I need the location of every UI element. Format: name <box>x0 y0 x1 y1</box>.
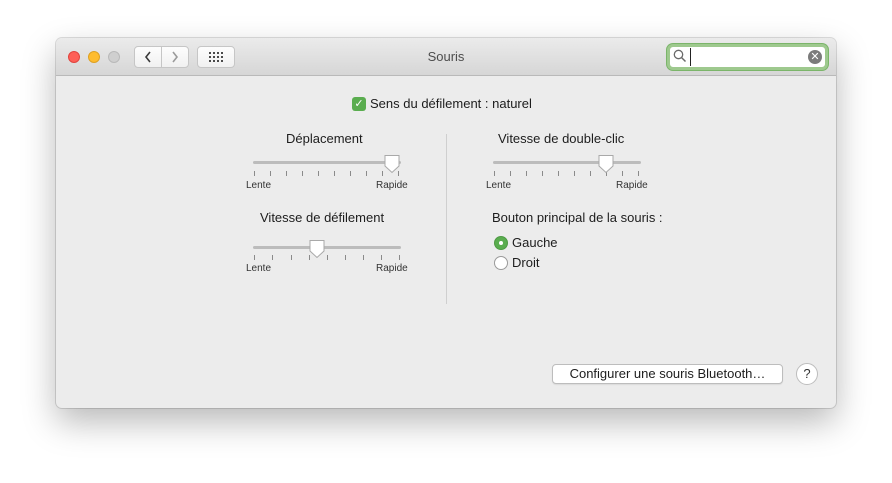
natural-scroll-label: Sens du défilement : naturel <box>370 96 532 111</box>
magnifier-icon <box>673 49 687 63</box>
double-click-speed-ticks <box>493 171 641 176</box>
scroll-speed-slider-track[interactable] <box>253 246 401 249</box>
column-divider <box>446 134 447 304</box>
double-click-speed-slider-knob[interactable] <box>597 154 615 174</box>
primary-button-right-label: Droit <box>512 255 540 270</box>
double-click-speed-title: Vitesse de double-clic <box>498 131 625 146</box>
chevron-right-icon <box>172 51 179 63</box>
tracking-speed-slider-knob[interactable] <box>383 154 401 174</box>
scroll-speed-min-label: Lente <box>246 263 272 274</box>
grid-icon <box>209 52 223 62</box>
tracking-speed-min-label: Lente <box>246 180 272 191</box>
primary-button-title: Bouton principal de la souris : <box>492 210 663 225</box>
chevron-left-icon <box>144 51 151 63</box>
natural-scroll-option[interactable]: ✓ Sens du défilement : naturel <box>352 96 532 111</box>
natural-scroll-checkbox[interactable]: ✓ <box>352 96 366 111</box>
scroll-speed-slider-knob[interactable] <box>308 239 326 259</box>
primary-button-left-option[interactable]: Gauche <box>494 235 558 250</box>
double-click-speed-max-label: Rapide <box>616 180 648 191</box>
tracking-speed-slider-track[interactable] <box>253 161 401 164</box>
scroll-speed-title: Vitesse de défilement <box>260 210 385 225</box>
primary-button-left-radio[interactable] <box>494 235 508 250</box>
scroll-speed-max-label: Rapide <box>376 263 408 274</box>
tracking-speed-max-label: Rapide <box>376 180 408 191</box>
primary-button-right-option[interactable]: Droit <box>494 255 539 270</box>
primary-button-left-label: Gauche <box>512 235 558 250</box>
mouse-preferences-window: Souris ✕ ✓ Sens du défilement : naturel … <box>56 38 836 408</box>
show-all-button[interactable] <box>197 46 235 68</box>
double-click-speed-min-label: Lente <box>486 180 512 191</box>
search-input[interactable] <box>690 48 801 66</box>
tracking-speed-ticks <box>253 171 401 176</box>
back-button[interactable] <box>134 46 162 68</box>
configure-bluetooth-mouse-button[interactable]: Configurer une souris Bluetooth… <box>552 364 783 384</box>
help-button[interactable]: ? <box>796 363 818 385</box>
zoom-window-button[interactable] <box>108 51 120 63</box>
close-window-button[interactable] <box>68 51 80 63</box>
primary-button-right-radio[interactable] <box>494 255 508 270</box>
title-bar: Souris ✕ <box>56 38 836 76</box>
scroll-speed-ticks <box>253 255 401 260</box>
minimize-window-button[interactable] <box>88 51 100 63</box>
forward-button[interactable] <box>161 46 189 68</box>
clear-icon[interactable]: ✕ <box>808 50 822 64</box>
search-field[interactable]: ✕ <box>667 44 828 70</box>
double-click-speed-slider-track[interactable] <box>493 161 641 164</box>
tracking-speed-title: Déplacement <box>286 131 363 146</box>
